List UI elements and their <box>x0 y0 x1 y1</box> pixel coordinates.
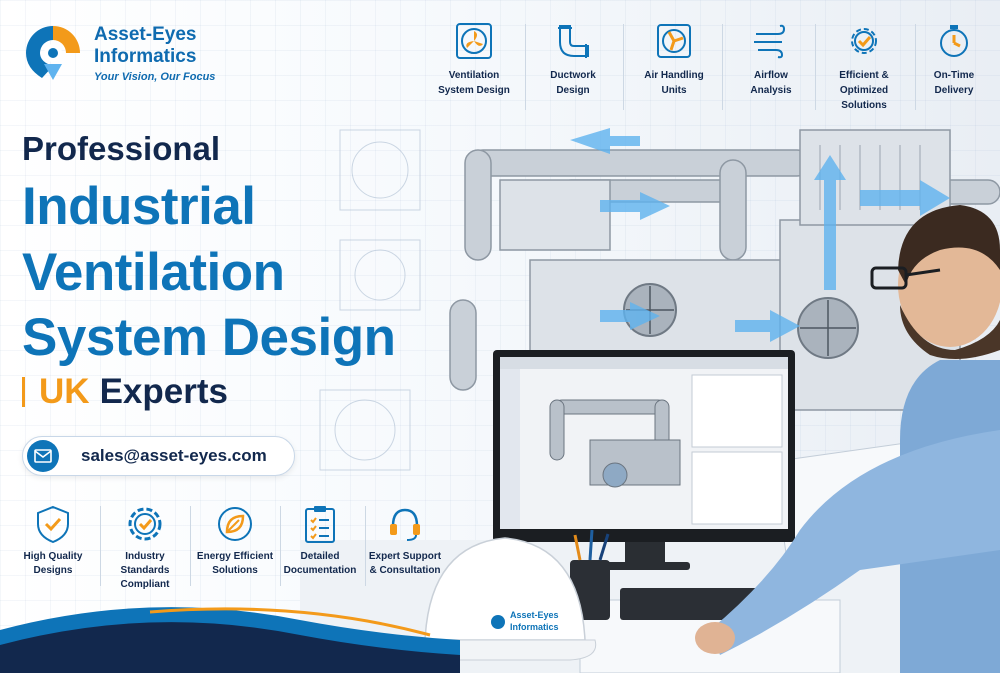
service-label-line1: Air Handling <box>644 70 704 81</box>
feature-label-line3: Compliant <box>120 579 170 590</box>
service-label-line1: Ventilation <box>448 70 500 81</box>
feature-high-quality: High Quality Designs <box>8 504 98 578</box>
feature-label-line1: Detailed <box>300 551 340 562</box>
headline-uk: UK <box>39 372 90 411</box>
feature-label-line1: Industry <box>125 551 165 562</box>
headset-icon <box>390 508 420 541</box>
service-on-time-delivery: On-Time Delivery <box>906 22 1000 98</box>
headline-experts: Experts <box>99 372 228 411</box>
brand-tagline: Your Vision, Our Focus <box>94 70 216 83</box>
envelope-icon <box>27 440 59 472</box>
feature-label-line2: Documentation <box>283 565 357 576</box>
email-address-link[interactable]: sales@asset-eyes.com <box>81 446 267 466</box>
service-label-line2: Optimized Solutions <box>839 85 889 111</box>
feature-label-line2: Standards <box>120 565 170 576</box>
headline-industrial: Industrial <box>22 177 256 236</box>
feature-label-line1: High Quality <box>23 551 83 562</box>
feature-label-line2: Designs <box>33 565 73 576</box>
brand-name-line1: Asset-Eyes <box>94 23 197 45</box>
service-label-line2: System Design <box>438 85 510 96</box>
gear-check-icon <box>128 507 162 541</box>
eye-pin-logo-icon <box>26 26 80 80</box>
fan-icon <box>456 23 492 59</box>
gear-check-icon <box>851 28 877 54</box>
service-label-line2: Design <box>556 85 590 96</box>
clipboard-icon <box>305 506 335 543</box>
advert-page: Asset-Eyes Informatics Asset-Eyes Inform… <box>0 0 1000 673</box>
feature-label-line1: Expert Support <box>368 551 442 562</box>
divider <box>623 24 624 110</box>
headline-uk-experts: UK Experts <box>22 372 228 412</box>
company-logo: Asset-Eyes Informatics Your Vision, Our … <box>22 22 215 84</box>
service-efficient-solutions: Efficient & Optimized Solutions <box>816 22 912 113</box>
feature-label-line2: Solutions <box>212 565 258 576</box>
service-label-line2: Delivery <box>934 85 974 96</box>
feature-documentation: Detailed Documentation <box>275 504 365 578</box>
stopwatch-icon <box>940 25 968 57</box>
service-air-handling-units: Air Handling Units <box>626 22 722 98</box>
hat-brand-line1: Asset-Eyes <box>510 610 559 620</box>
service-ductwork-design: Ductwork Design <box>525 22 621 98</box>
headline-professional: Professional <box>22 130 221 167</box>
service-label-line1: On-Time <box>933 70 975 81</box>
hat-brand-line2: Informatics <box>510 622 559 632</box>
feature-industry-standards: Industry Standards Compliant <box>100 504 190 592</box>
headline-system-design: System Design <box>22 308 396 367</box>
air-handler-icon <box>657 24 691 58</box>
service-airflow-analysis: Airflow Analysis <box>723 22 819 98</box>
service-label-line1: Airflow <box>754 70 788 81</box>
decorative-wave <box>0 607 460 673</box>
feature-label-line2: & Consultation <box>369 565 441 576</box>
service-ventilation-design: Ventilation System Design <box>426 22 522 98</box>
leaf-icon <box>218 507 252 541</box>
headline-ventilation: Ventilation <box>22 243 285 302</box>
email-contact-pill[interactable]: sales@asset-eyes.com <box>22 436 295 476</box>
industrial-scene-illustration: Asset-Eyes Informatics <box>300 128 1000 673</box>
feature-expert-support: Expert Support & Consultation <box>360 504 450 578</box>
shield-check-icon <box>37 505 69 544</box>
duct-icon <box>558 25 589 58</box>
feature-label-line1: Energy Efficient <box>196 551 274 562</box>
service-label-line2: Units <box>661 85 687 96</box>
airflow-icon <box>754 24 786 59</box>
service-label-line2: Analysis <box>750 85 792 96</box>
service-label-line1: Efficient & <box>839 70 889 81</box>
brand-name-line2: Informatics <box>94 45 197 67</box>
accent-bar <box>22 377 25 407</box>
service-label-line1: Ductwork <box>550 70 596 81</box>
feature-energy-efficient: Energy Efficient Solutions <box>190 504 280 578</box>
